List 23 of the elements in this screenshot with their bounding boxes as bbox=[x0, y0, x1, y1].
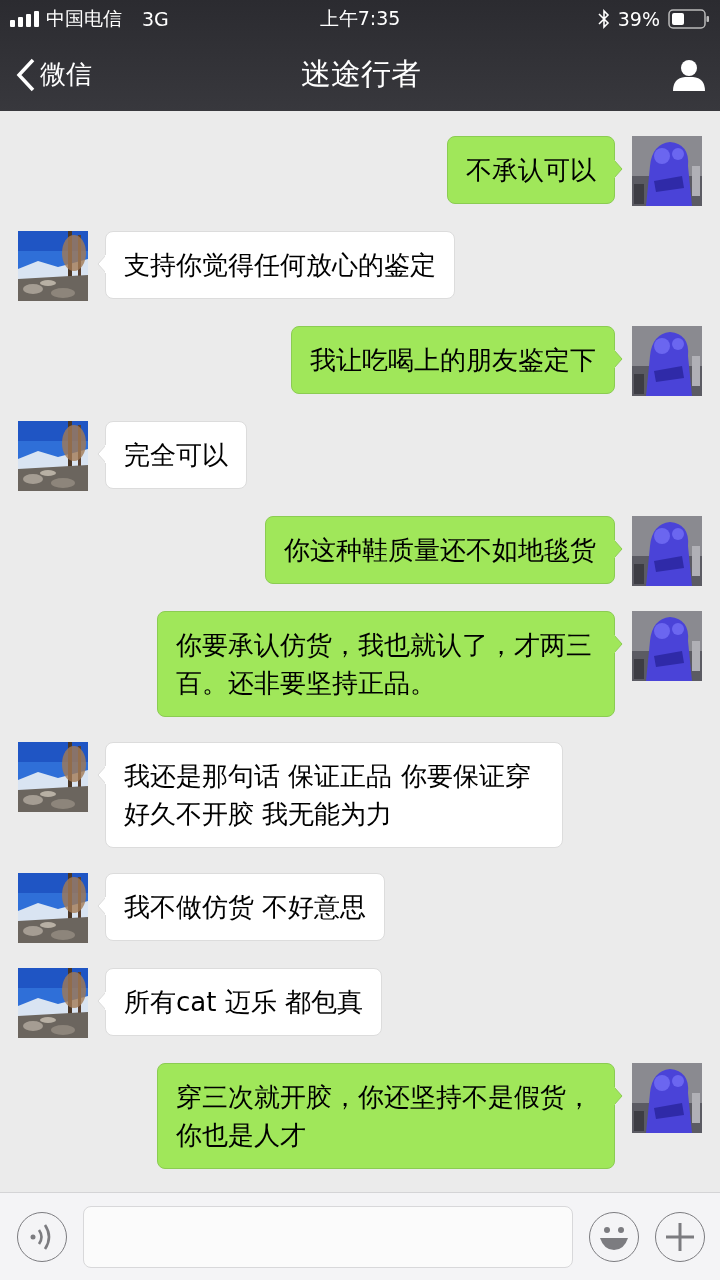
plus-icon bbox=[665, 1221, 695, 1252]
clock: 上午7:35 bbox=[319, 6, 401, 31]
message-bubble: 我不做仿货 不好意思 bbox=[105, 873, 386, 941]
back-button[interactable]: 微信 bbox=[16, 57, 186, 92]
battery-icon bbox=[668, 9, 710, 29]
message-bubble: 所有cat 迈乐 都包真 bbox=[105, 968, 382, 1036]
carrier-name: 中国电信 bbox=[46, 6, 122, 31]
person-icon[interactable] bbox=[672, 57, 706, 92]
message-bubble: 完全可以 bbox=[105, 421, 247, 489]
bluetooth-icon bbox=[597, 9, 610, 29]
chat-title: 迷途行者 bbox=[301, 56, 421, 91]
signal-icon bbox=[10, 11, 40, 27]
network-type: 3G bbox=[142, 8, 169, 30]
message-input[interactable] bbox=[83, 1205, 573, 1268]
message-bubble: 不承认可以 bbox=[447, 136, 615, 204]
message-bubble: 支持你觉得任何放心的鉴定 bbox=[105, 231, 455, 299]
message-bubble: 你这种鞋质量还不如地毯货 bbox=[265, 516, 615, 584]
message-bubble: 你要承认仿货，我也就认了，才两三百。还非要坚持正品。 bbox=[157, 611, 615, 717]
message-bubble: 穿三次就开胶，你还坚持不是假货，你也是人才 bbox=[157, 1063, 615, 1169]
message-bubble: 我让吃喝上的朋友鉴定下 bbox=[291, 326, 615, 394]
back-icon bbox=[16, 57, 36, 92]
message-bubble: 我还是那句话 保证正品 你要保证穿好久不开胶 我无能为力 bbox=[105, 742, 563, 848]
battery-percent: 39% bbox=[617, 8, 660, 30]
